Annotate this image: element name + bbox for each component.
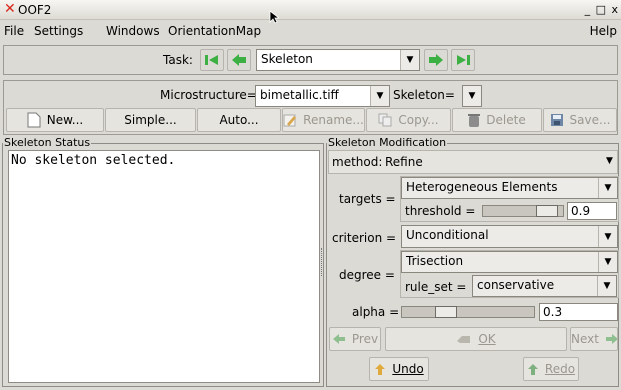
ok-button-label: OK	[478, 332, 496, 346]
right-arrow-icon	[605, 334, 617, 344]
undo-button[interactable]: Undo	[369, 357, 429, 381]
ok-button[interactable]: OK	[385, 327, 567, 351]
microstructure-value: bimetallic.tiff	[260, 88, 339, 102]
skeleton-label: Skeleton=	[393, 88, 455, 102]
task-select[interactable]: Skeleton ▼	[256, 49, 420, 71]
degree-value: Trisection	[406, 254, 464, 268]
pane-divider-grip[interactable]	[321, 248, 324, 276]
targets-value: Heterogeneous Elements	[406, 180, 558, 194]
targets-label: targets =	[339, 192, 396, 206]
menubar: File Settings Windows OrientationMap Hel…	[0, 21, 621, 42]
redo-arrow-icon	[527, 363, 538, 375]
save-disk-icon	[550, 114, 563, 126]
app-close-x-icon: ✕	[4, 1, 16, 17]
right-arrow-icon	[429, 54, 443, 66]
degree-select[interactable]: Trisection ▼	[401, 251, 618, 273]
degree-label: degree =	[339, 268, 395, 282]
method-value: Refine	[385, 155, 423, 169]
criterion-value: Unconditional	[406, 228, 489, 242]
skeleton-modification-label: Skeleton Modification	[327, 136, 448, 149]
task-prev-button[interactable]	[227, 49, 251, 71]
next-button[interactable]: Next	[570, 327, 618, 351]
title-bar: ✕ OOF2 _ □ x	[0, 0, 621, 20]
method-label: method:	[332, 155, 383, 169]
menu-file[interactable]: File	[4, 24, 24, 38]
task-label: Task:	[163, 53, 193, 67]
chevron-down-icon: ▼	[598, 178, 617, 198]
rule-set-select[interactable]: conservative ▼	[472, 275, 617, 297]
skeleton-status-text: No skeleton selected.	[8, 150, 320, 383]
alpha-input[interactable]: 0.3	[539, 303, 618, 321]
menu-settings[interactable]: Settings	[34, 24, 83, 38]
trash-icon	[468, 113, 481, 127]
rename-button-label: Rename...	[303, 113, 364, 127]
first-arrow-icon	[205, 55, 218, 65]
task-first-button[interactable]	[200, 49, 224, 71]
auto-button[interactable]: Auto...	[197, 108, 281, 132]
redo-button-label: Redo	[544, 362, 576, 376]
microstructure-select[interactable]: bimetallic.tiff ▼	[255, 85, 390, 107]
delete-button[interactable]: Delete	[452, 108, 542, 132]
menu-orientationmap[interactable]: OrientationMap	[168, 24, 261, 38]
microstructure-label: Microstructure=	[160, 88, 257, 102]
chevron-down-icon: ▼	[606, 156, 613, 166]
criterion-label: criterion =	[332, 231, 397, 245]
copy-button-label: Copy...	[398, 113, 439, 127]
chevron-down-icon: ▼	[598, 252, 617, 272]
redo-button[interactable]: Redo	[523, 357, 579, 381]
delete-button-label: Delete	[486, 113, 526, 127]
next-button-label: Next	[571, 332, 599, 346]
alpha-label: alpha =	[352, 305, 400, 319]
ok-hand-icon	[457, 336, 471, 343]
skeleton-select[interactable]: ▼	[462, 85, 482, 107]
new-button[interactable]: New...	[6, 108, 104, 132]
rename-pencil-icon	[283, 114, 297, 127]
task-next-button[interactable]	[424, 49, 448, 71]
chevron-down-icon: ▼	[370, 86, 389, 106]
new-button-label: New...	[46, 113, 84, 127]
task-select-value: Skeleton	[261, 52, 313, 66]
window-controls[interactable]: _ □ x	[585, 3, 619, 16]
chevron-down-icon: ▼	[598, 226, 617, 247]
left-arrow-icon	[332, 334, 345, 344]
skeleton-status-label: Skeleton Status	[3, 136, 92, 149]
chevron-down-icon: ▼	[400, 50, 419, 70]
undo-button-label: Undo	[392, 362, 424, 376]
undo-arrow-icon	[375, 363, 386, 375]
targets-select[interactable]: Heterogeneous Elements ▼	[401, 177, 618, 199]
chevron-down-icon: ▼	[463, 86, 481, 106]
window-title: OOF2	[18, 3, 52, 17]
simple-button[interactable]: Simple...	[105, 108, 196, 132]
left-arrow-icon	[232, 54, 246, 66]
threshold-label: threshold =	[405, 204, 476, 218]
menu-help[interactable]: Help	[590, 24, 617, 38]
task-bar: Task: Skeleton ▼	[3, 45, 618, 75]
skeleton-toolbar: Microstructure= bimetallic.tiff ▼ Skelet…	[3, 80, 618, 135]
criterion-select[interactable]: Unconditional ▼	[401, 225, 618, 248]
last-arrow-icon	[457, 55, 470, 65]
alpha-slider-thumb[interactable]	[434, 306, 457, 318]
save-button-label: Save...	[569, 113, 611, 127]
task-last-button[interactable]	[451, 49, 475, 71]
copy-icon	[378, 113, 392, 127]
threshold-slider-thumb[interactable]	[536, 205, 558, 217]
rename-button[interactable]: Rename...	[282, 108, 365, 132]
chevron-down-icon: ▼	[597, 276, 616, 296]
alpha-slider[interactable]	[401, 306, 535, 318]
simple-button-label: Simple...	[124, 113, 177, 127]
copy-button[interactable]: Copy...	[366, 108, 451, 132]
prev-button[interactable]: Prev	[329, 327, 381, 351]
save-button[interactable]: Save...	[543, 108, 617, 132]
menu-windows[interactable]: Windows	[106, 24, 160, 38]
auto-button-label: Auto...	[219, 113, 259, 127]
new-document-icon	[27, 112, 41, 128]
threshold-input[interactable]: 0.9	[567, 202, 617, 220]
rule-set-value: conservative	[477, 278, 555, 292]
prev-button-label: Prev	[351, 332, 379, 346]
rule-set-label: rule_set =	[405, 280, 467, 294]
